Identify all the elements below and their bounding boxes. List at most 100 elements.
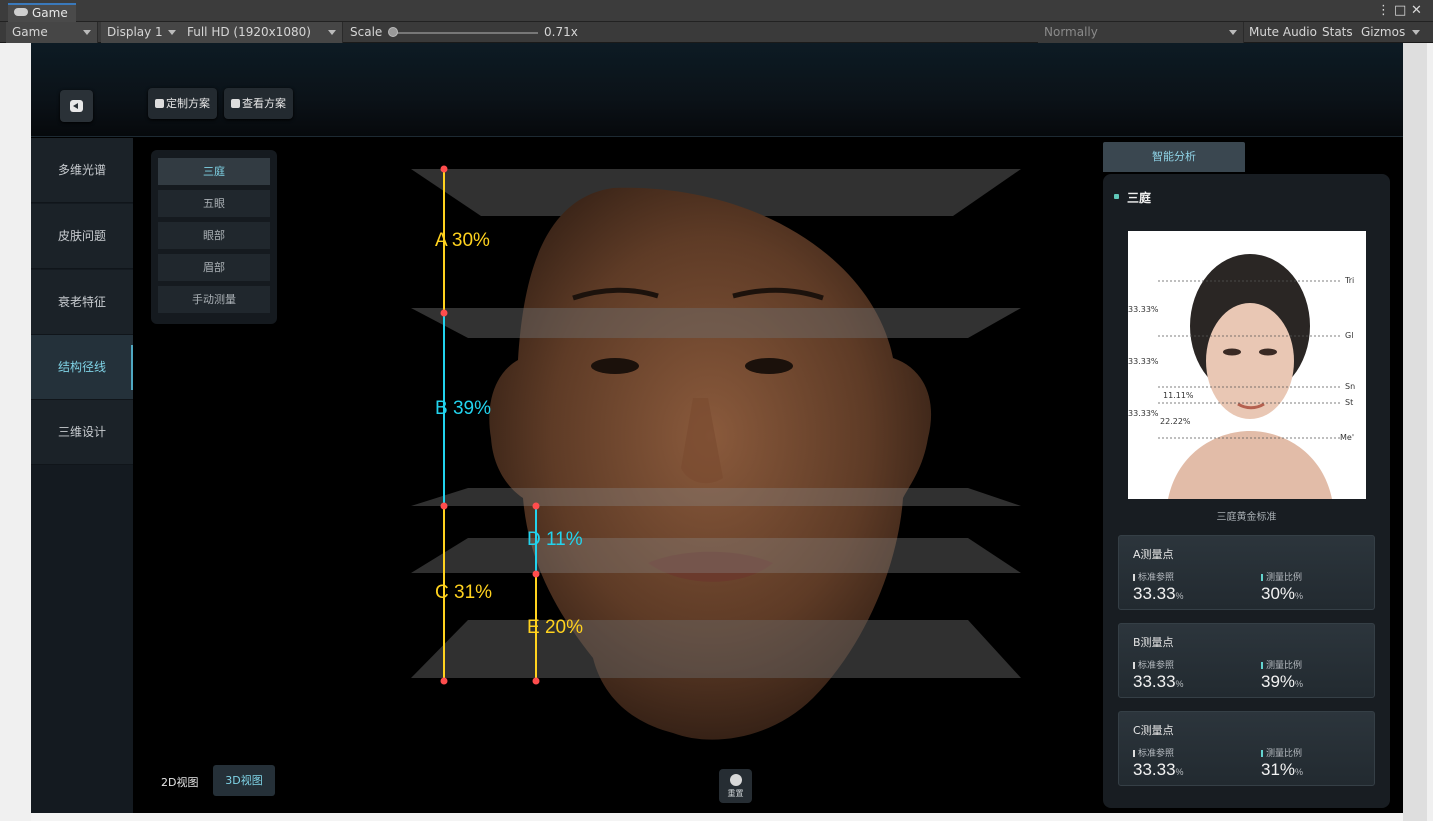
back-arrow-icon [70, 100, 83, 112]
measure-label-d: D 11% [527, 529, 583, 551]
guide-label-gl: Gl [1345, 331, 1354, 340]
measure-point[interactable] [440, 502, 448, 510]
sidebar-item-aging[interactable]: 衰老特征 [31, 270, 133, 335]
unit: % [1295, 679, 1304, 689]
gizmos-dropdown-icon[interactable] [1412, 30, 1420, 35]
ai-analysis-tab[interactable]: 智能分析 [1103, 142, 1245, 172]
maximize-icon[interactable]: □ [1394, 3, 1406, 19]
measure-card-a: A测量点 标准参照 测量比例 33.33% 30%% [1118, 535, 1375, 610]
measure-label-c: C 31% [435, 582, 492, 604]
more-options-icon[interactable]: ⋮ [1377, 3, 1390, 19]
portrait-illustration [1158, 254, 1342, 499]
measure-point[interactable] [440, 677, 448, 685]
view-plan-button[interactable]: 查看方案 [224, 88, 293, 119]
measure-card-c: C测量点 标准参照 测量比例 33.33% 31%% [1118, 711, 1375, 786]
sidebar-item-spectrum[interactable]: 多维光谱 [31, 138, 133, 203]
measure-label-e: E 20% [527, 617, 583, 639]
reset-icon [729, 774, 742, 786]
ratio-number: 30% [1261, 584, 1296, 603]
ratio-label: 测量比例 [1261, 746, 1302, 759]
measure-label-a: A 30% [435, 230, 490, 252]
reset-button[interactable]: 重置 [719, 769, 752, 803]
custom-plan-button[interactable]: 定制方案 [148, 88, 217, 119]
measure-value: 30% [451, 230, 490, 251]
std-label: 标准参照 [1133, 570, 1174, 583]
measure-letter: A [435, 230, 447, 251]
sidebar-item-label: 结构径线 [57, 360, 106, 374]
measure-point[interactable] [440, 309, 448, 317]
sidebar-item-skin-problems[interactable]: 皮肤问题 [31, 204, 133, 269]
guide-percent: 33.33% [1128, 409, 1159, 418]
measure-letter: E [527, 617, 540, 638]
mute-audio-button[interactable]: Mute Audio [1245, 22, 1321, 43]
view-3d-button[interactable]: 3D视图 [213, 765, 275, 796]
guide-percent: 33.33% [1128, 305, 1159, 314]
guide-label-st: St [1345, 398, 1354, 407]
editor-tab-bar: Game ⋮ □ ✕ [0, 0, 1433, 22]
eye-right [1259, 348, 1277, 356]
view-mode-dropdown[interactable]: Game [6, 22, 98, 43]
custom-plan-label: 定制方案 [166, 97, 210, 110]
chevron-down-icon [328, 30, 336, 35]
section-dot-icon [1114, 194, 1119, 199]
scrollbar[interactable] [1403, 43, 1427, 821]
measure-point[interactable] [440, 165, 448, 173]
guide-percent: 33.33% [1128, 357, 1159, 366]
game-tab[interactable]: Game [8, 3, 76, 22]
right-background [1403, 43, 1433, 821]
game-app: 定制方案 查看方案 多维光谱 皮肤问题 衰老特征 结构径线 三维设计 三庭 五眼… [31, 43, 1403, 813]
chevron-down-icon [168, 30, 176, 35]
unit: % [1175, 679, 1184, 689]
ratio-value: 31%% [1261, 760, 1303, 780]
face-scene [411, 165, 1021, 740]
ai-analysis-panel: 三庭 Tri Gl Sn St Me' 33.33% 33.33% 11.11%… [1103, 174, 1390, 808]
left-background [0, 43, 31, 821]
std-number: 33.33 [1133, 760, 1176, 779]
std-number: 33.33 [1133, 584, 1176, 603]
3d-viewport[interactable]: 三庭 五眼 眼部 眉部 手动测量 A 30% B 39% C 31% D 11%… [133, 138, 1403, 813]
ratio-number: 31% [1261, 760, 1296, 779]
resolution-value: Full HD (1920x1080) [187, 25, 311, 39]
guide-percent: 11.11% [1163, 391, 1194, 400]
eye-left [1223, 348, 1241, 356]
scale-slider-thumb[interactable] [388, 27, 398, 37]
guide-label-tri: Tri [1345, 276, 1355, 285]
back-button[interactable] [60, 90, 93, 122]
ratio-value: 39%% [1261, 672, 1303, 692]
measure-point[interactable] [532, 570, 540, 578]
scale-value: 0.71x [544, 25, 578, 39]
stats-button[interactable]: Stats [1318, 22, 1357, 43]
measure-value: 20% [544, 617, 583, 638]
sidebar-item-structure[interactable]: 结构径线 [31, 335, 133, 400]
reset-label: 重置 [727, 789, 744, 798]
measure-card-b: B测量点 标准参照 测量比例 33.33% 39%% [1118, 623, 1375, 698]
std-label: 标准参照 [1133, 746, 1174, 759]
measure-point[interactable] [532, 677, 540, 685]
display-dropdown[interactable]: Display 1 [101, 22, 183, 43]
sidebar-item-label: 多维光谱 [57, 163, 106, 177]
std-value: 33.33% [1133, 672, 1184, 692]
ratio-label: 测量比例 [1261, 570, 1302, 583]
sidebar-item-3d-design[interactable]: 三维设计 [31, 400, 133, 465]
resolution-dropdown[interactable]: Full HD (1920x1080) [181, 22, 343, 43]
measure-point[interactable] [532, 502, 540, 510]
gizmos-button[interactable]: Gizmos [1357, 22, 1409, 43]
sidebar-item-label: 三维设计 [57, 425, 106, 439]
view-2d-button[interactable]: 2D视图 [161, 774, 198, 790]
measure-letter: D [527, 529, 541, 550]
gamepad-icon [14, 8, 28, 16]
card-title: A测量点 [1133, 548, 1174, 561]
chevron-down-icon [83, 30, 91, 35]
std-value: 33.33% [1133, 760, 1184, 780]
close-icon[interactable]: ✕ [1411, 3, 1422, 19]
edit-icon [155, 99, 164, 108]
measure-letter: C [435, 582, 449, 603]
ratio-number: 39% [1261, 672, 1296, 691]
measure-letter: B [435, 398, 448, 419]
scale-slider-track[interactable] [393, 32, 538, 34]
card-title: C测量点 [1133, 724, 1174, 737]
app-header: 定制方案 查看方案 [31, 43, 1403, 137]
measure-label-b: B 39% [435, 398, 491, 420]
play-mode-dropdown[interactable]: Normally [1038, 22, 1244, 43]
face-oval [1206, 303, 1294, 419]
